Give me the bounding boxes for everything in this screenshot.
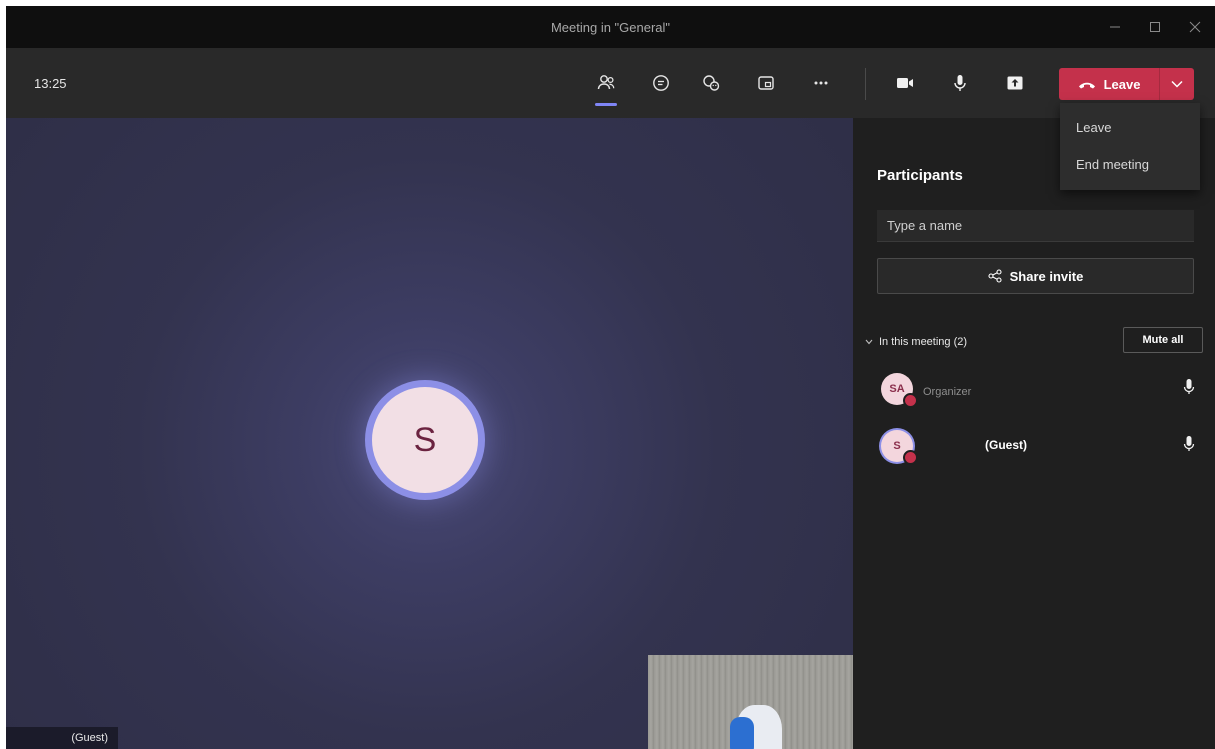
camera-icon[interactable] (888, 66, 922, 100)
participant-search-input[interactable] (877, 210, 1194, 242)
participants-panel: Participants Share invite In this meetin… (853, 118, 1215, 749)
reactions-icon[interactable] (694, 66, 728, 100)
microphone-icon[interactable] (1181, 434, 1197, 454)
maximize-icon[interactable] (1135, 6, 1175, 48)
self-video-preview[interactable] (648, 655, 853, 749)
main-avatar-initial: S (372, 387, 478, 493)
rooms-icon[interactable] (749, 66, 783, 100)
meeting-timer: 13:25 (34, 76, 67, 91)
leave-button-label: Leave (1103, 76, 1141, 92)
menu-item-leave[interactable]: Leave (1076, 120, 1111, 135)
active-tab-indicator (595, 103, 617, 106)
participant-role: Organizer (923, 386, 972, 398)
mute-all-button[interactable]: Mute all (1123, 327, 1203, 353)
presence-status-icon (903, 393, 918, 408)
leave-button[interactable]: Leave (1059, 68, 1159, 100)
window-controls (1095, 6, 1215, 48)
menu-item-end-meeting[interactable]: End meeting (1076, 157, 1149, 172)
meeting-toolbar: 13:25 Leave (6, 48, 1215, 118)
participant-row[interactable]: SA Organizer (875, 369, 1205, 409)
chevron-down-icon (1171, 80, 1183, 88)
share-screen-icon[interactable] (998, 66, 1032, 100)
participant-row[interactable]: S (Guest) (875, 426, 1205, 466)
participant-name: (Guest) (985, 438, 1027, 452)
share-icon (988, 269, 1002, 283)
leave-options-caret[interactable] (1159, 68, 1194, 100)
chat-icon[interactable] (644, 66, 678, 100)
microphone-icon[interactable] (1181, 377, 1197, 397)
video-object-accent (730, 717, 754, 749)
meeting-window: Meeting in "General" 13:25 Leave S (Gues… (6, 6, 1215, 749)
collapse-chevron-icon (865, 339, 873, 345)
title-bar: Meeting in "General" (6, 6, 1215, 48)
minimize-icon[interactable] (1095, 6, 1135, 48)
window-title: Meeting in "General" (550, 19, 671, 35)
participants-icon[interactable] (589, 66, 623, 106)
share-invite-label: Share invite (1009, 268, 1084, 284)
presence-status-icon (903, 450, 918, 465)
more-options-icon[interactable] (804, 66, 838, 100)
section-label: In this meeting (2) (879, 336, 968, 348)
in-meeting-section-header[interactable]: In this meeting (2) (865, 336, 967, 348)
main-participant-avatar: S (365, 380, 485, 500)
video-stage: S (Guest) (6, 118, 853, 749)
microphone-icon[interactable] (943, 66, 977, 100)
participant-name-tag: (Guest) (6, 727, 118, 749)
leave-dropdown-menu: Leave End meeting (1060, 103, 1200, 190)
phone-hangup-icon (1078, 82, 1095, 89)
toolbar-divider (865, 68, 866, 100)
panel-title: Participants (877, 167, 963, 184)
close-icon[interactable] (1175, 6, 1215, 48)
share-invite-button[interactable]: Share invite (877, 258, 1194, 294)
